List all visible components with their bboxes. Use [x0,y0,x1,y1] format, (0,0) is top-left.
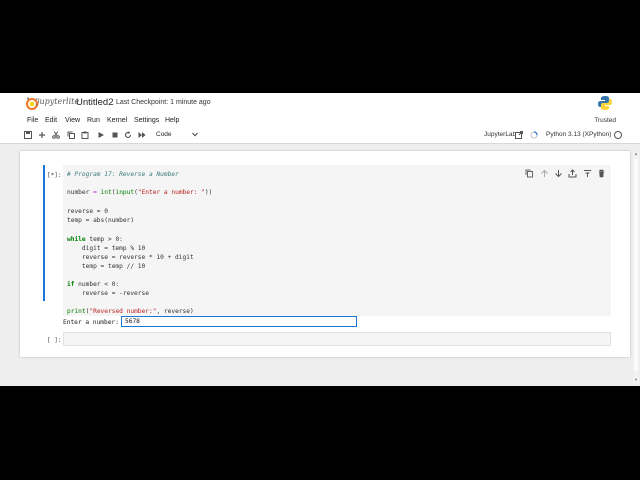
move-up-icon[interactable] [540,169,549,178]
code-line: number = int(input("Enter a number: ")) [67,189,212,196]
insert-below-icon[interactable] [583,169,592,178]
checkpoint-label: Last Checkpoint: [116,99,169,106]
title-bar: jupyterlite Untitled2 Last Checkpoint: 1… [0,93,640,114]
code-token: "Reversed number:" [89,308,157,315]
save-icon [24,131,32,139]
restart-run-all-button[interactable] [137,130,147,140]
logo-text: jupyterlite [37,97,80,106]
notebook-toolbar: Code JupyterLab Python 3.13 (XPython) [0,128,640,144]
code-token: number < 0: [74,281,120,288]
python-logo-icon [598,96,612,110]
run-cell-button[interactable] [96,130,106,140]
cell-1-prompt: [*]: [47,172,62,179]
menu-view[interactable]: View [65,117,80,124]
notebook-title[interactable]: Untitled2 [76,97,114,108]
code-line: temp = temp // 10 [67,263,146,270]
chevron-down-icon [192,132,198,137]
copy-button[interactable] [66,130,76,140]
scroll-down-icon[interactable]: ▼ [634,377,638,382]
code-line: temp = abs(number) [67,217,135,224]
cell-2-prompt: [ ]: [47,337,62,344]
checkpoint-status: Last Checkpoint: 1 minute ago [116,99,211,106]
add-cell-button[interactable] [37,130,47,140]
code-line: digit = temp % 10 [67,245,146,252]
jupyterlite-window: jupyterlite Untitled2 Last Checkpoint: 1… [0,93,640,386]
trusted-indicator[interactable]: Trusted [594,117,616,124]
code-token: "Enter a number: " [137,189,205,196]
cell-type-value: Code [156,131,172,138]
interrupt-kernel-button[interactable] [110,130,120,140]
code-token: input [115,189,135,196]
copy-icon [67,131,75,139]
active-cell-indicator [43,165,45,301]
code-line: reverse = reverse * 10 + digit [67,254,194,261]
paste-button[interactable] [80,130,90,140]
checkpoint-time: 1 minute ago [170,99,211,106]
add-icon [39,132,45,138]
scrollbar-thumb[interactable] [634,159,638,371]
scroll-up-icon[interactable]: ▲ [634,151,638,156]
cut-icon [52,131,60,139]
code-token: , reverse) [156,308,194,315]
move-down-icon[interactable] [554,169,563,178]
jupyter-logo[interactable]: jupyterlite [25,96,79,112]
menu-edit[interactable]: Edit [45,117,57,124]
kernel-status-icon [614,131,622,139]
menu-file[interactable]: File [27,117,38,124]
code-line: # Program 17: Reverse a Number [67,171,179,178]
menu-help[interactable]: Help [165,117,179,124]
menu-run[interactable]: Run [87,117,100,124]
menu-settings[interactable]: Settings [134,117,159,124]
code-line: if number < 0: [67,281,119,288]
kernel-busy-icon [530,131,538,139]
code-token: number [67,189,90,196]
code-line: reverse = -reverse [67,290,149,297]
save-button[interactable] [23,130,33,140]
cell-type-select[interactable]: Code [152,130,198,140]
open-in-jupyterlab-link[interactable]: JupyterLab [484,131,516,138]
code-token: temp > 0: [85,236,123,243]
code-token: int [100,189,112,196]
menu-kernel[interactable]: Kernel [107,117,127,124]
kernel-name[interactable]: Python 3.13 (XPython) [546,131,611,138]
code-token: = [89,189,101,196]
external-link-icon[interactable] [515,131,523,139]
insert-above-icon[interactable] [568,169,577,178]
menu-bar: File Edit View Run Kernel Settings Help … [0,114,640,128]
cut-button[interactable] [51,130,61,140]
delete-cell-icon[interactable] [597,169,606,178]
code-token: while [67,236,86,243]
restart-icon [124,131,132,139]
stdin-prompt-label: Enter a number: [63,319,119,326]
stop-icon [112,132,118,138]
empty-code-cell[interactable] [63,332,611,346]
code-line: print("Reversed number:", reverse) [67,308,194,315]
code-token: )) [204,189,213,196]
fast-forward-icon [138,132,146,138]
code-line: reverse = 0 [67,208,108,215]
paste-icon [81,131,89,139]
code-token: print [67,308,86,315]
run-icon [98,132,104,138]
stdin-input[interactable] [121,316,357,327]
restart-kernel-button[interactable] [123,130,133,140]
code-line: while temp > 0: [67,236,123,243]
duplicate-cell-icon[interactable] [525,169,534,178]
